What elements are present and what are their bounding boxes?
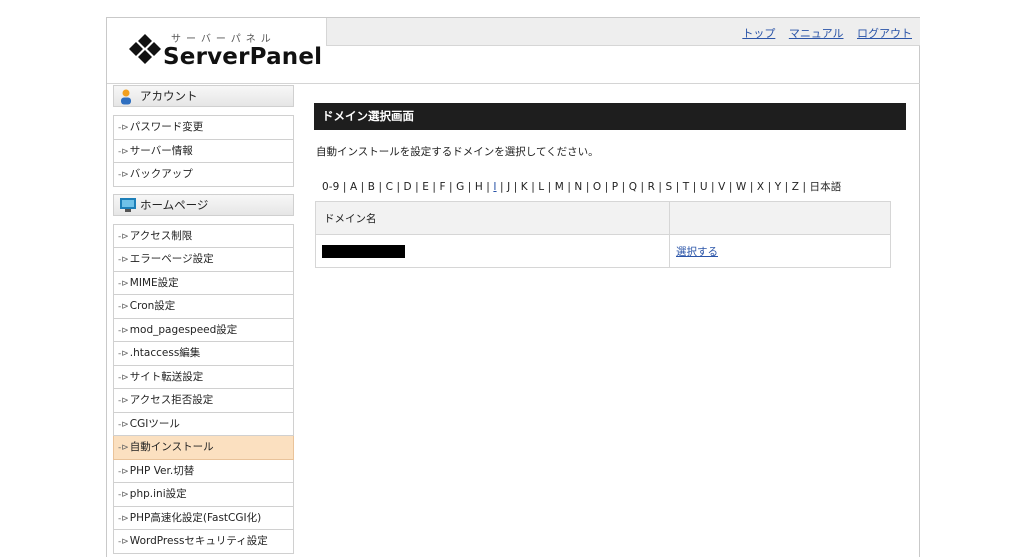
page-frame: サーバーパネル ServerPanel トップ マニュアル ログアウト アカウン… <box>106 17 920 557</box>
sidebar-item-label: WordPressセキュリティ設定 <box>129 535 268 547</box>
sidebar-section-account: アカウント <box>113 85 294 107</box>
arrow-icon: -⊳ <box>118 231 129 242</box>
sidebar-item-auto-install[interactable]: -⊳自動インストール <box>113 436 294 460</box>
arrow-icon: -⊳ <box>118 443 129 453</box>
domain-table: ドメイン名 選択する <box>315 201 891 268</box>
account-menu: -⊳パスワード変更 -⊳サーバー情報 -⊳バックアップ <box>113 115 294 187</box>
sidebar-item-mime[interactable]: -⊳MIME設定 <box>113 271 294 295</box>
sidebar-item-php-ini[interactable]: -⊳php.ini設定 <box>113 483 294 507</box>
sidebar-item-label: サイト転送設定 <box>129 370 204 383</box>
column-header-action <box>669 201 891 235</box>
sidebar-item-access-restriction[interactable]: -⊳アクセス制限 <box>113 224 294 248</box>
sidebar-item-label: パスワード変更 <box>129 121 204 133</box>
sidebar-item-label: アクセス制限 <box>129 229 193 242</box>
sidebar-item-password[interactable]: -⊳パスワード変更 <box>113 116 294 140</box>
sidebar-item-pagespeed[interactable]: -⊳mod_pagespeed設定 <box>113 318 294 342</box>
logo-text: ServerPanel <box>163 44 323 70</box>
homepage-menu: -⊳アクセス制限 -⊳エラーページ設定 -⊳MIME設定 -⊳Cron設定 -⊳… <box>113 223 294 554</box>
sidebar-item-label: PHP高速化設定(FastCGI化) <box>129 511 262 524</box>
arrow-icon: -⊳ <box>118 146 129 157</box>
arrow-icon: -⊳ <box>118 419 129 430</box>
arrow-icon: -⊳ <box>118 302 129 312</box>
sidebar-item-php-version[interactable]: -⊳PHP Ver.切替 <box>113 459 294 483</box>
action-cell: 選択する <box>669 234 891 268</box>
arrow-icon: -⊳ <box>118 537 129 547</box>
arrow-icon: -⊳ <box>118 325 129 336</box>
sidebar-item-label: バックアップ <box>129 168 193 180</box>
arrow-icon: -⊳ <box>118 396 129 406</box>
logo-diamond-icon <box>129 34 161 64</box>
logout-link[interactable]: ログアウト <box>857 27 912 40</box>
sidebar-item-label: 自動インストール <box>129 441 214 453</box>
sidebar-item-label: アクセス拒否設定 <box>129 394 214 406</box>
arrow-icon: -⊳ <box>118 466 129 477</box>
sidebar-item-label: .htaccess編集 <box>129 347 201 359</box>
sidebar: アカウント -⊳パスワード変更 -⊳サーバー情報 -⊳バックアップ ホームページ… <box>113 85 294 557</box>
alphabet-links-before[interactable]: 0-9 | A | B | C | D | E | F | G | H | <box>322 181 493 193</box>
alphabet-links-after[interactable]: | J | K | L | M | N | O | P | Q | R | S … <box>497 181 842 193</box>
manual-link[interactable]: マニュアル <box>789 27 844 40</box>
sidebar-item-cron[interactable]: -⊳Cron設定 <box>113 295 294 319</box>
table-row: 選択する <box>315 234 891 268</box>
sidebar-item-site-transfer[interactable]: -⊳サイト転送設定 <box>113 365 294 389</box>
page-description: 自動インストールを設定するドメインを選択してください。 <box>316 146 599 158</box>
header-divider <box>107 83 920 84</box>
serverpanel-logo[interactable]: サーバーパネル ServerPanel <box>107 18 322 83</box>
homepage-monitor-icon <box>120 197 136 212</box>
select-domain-link[interactable]: 選択する <box>676 246 718 258</box>
sidebar-item-server-info[interactable]: -⊳サーバー情報 <box>113 139 294 163</box>
section-title: ホームページ <box>140 197 209 212</box>
arrow-icon: -⊳ <box>118 349 129 359</box>
table-header-row: ドメイン名 <box>315 201 891 235</box>
alphabet-filter[interactable]: 0-9 | A | B | C | D | E | F | G | H | I … <box>314 179 906 194</box>
column-header-domain: ドメイン名 <box>315 201 670 235</box>
arrow-icon: -⊳ <box>118 123 129 133</box>
domain-cell <box>315 234 670 268</box>
sidebar-item-label: MIME設定 <box>129 276 179 289</box>
sidebar-item-label: PHP Ver.切替 <box>129 464 195 477</box>
sidebar-item-wp-security[interactable]: -⊳WordPressセキュリティ設定 <box>113 530 294 554</box>
sidebar-item-php-fastcgi[interactable]: -⊳PHP高速化設定(FastCGI化) <box>113 506 294 530</box>
sidebar-item-label: php.ini設定 <box>129 488 187 500</box>
sidebar-item-htaccess[interactable]: -⊳.htaccess編集 <box>113 342 294 366</box>
redacted-domain <box>322 244 405 258</box>
top-link[interactable]: トップ <box>742 27 775 40</box>
sidebar-item-label: mod_pagespeed設定 <box>129 323 238 336</box>
sidebar-item-label: サーバー情報 <box>129 144 193 157</box>
arrow-icon: -⊳ <box>118 513 129 524</box>
arrow-icon: -⊳ <box>118 170 129 180</box>
page-title: ドメイン選択画面 <box>314 103 906 130</box>
arrow-icon: -⊳ <box>118 278 129 289</box>
section-title: アカウント <box>140 89 198 103</box>
sidebar-section-homepage: ホームページ <box>113 193 294 216</box>
sidebar-item-label: CGIツール <box>129 417 180 430</box>
header-links: トップ マニュアル ログアウト <box>732 25 912 41</box>
main-content: ドメイン選択画面 自動インストールを設定するドメインを選択してください。 0-9… <box>314 103 906 268</box>
sidebar-item-cgi-tools[interactable]: -⊳CGIツール <box>113 412 294 436</box>
sidebar-item-error-page[interactable]: -⊳エラーページ設定 <box>113 248 294 272</box>
sidebar-item-access-deny[interactable]: -⊳アクセス拒否設定 <box>113 389 294 413</box>
top-header-bar: トップ マニュアル ログアウト <box>326 18 920 46</box>
account-person-icon <box>121 89 131 105</box>
logo-kana: サーバーパネル <box>171 34 276 45</box>
sidebar-item-label: Cron設定 <box>129 300 176 312</box>
arrow-icon: -⊳ <box>118 372 129 383</box>
sidebar-item-backup[interactable]: -⊳バックアップ <box>113 163 294 187</box>
arrow-icon: -⊳ <box>118 255 129 265</box>
sidebar-item-label: エラーページ設定 <box>129 253 214 265</box>
arrow-icon: -⊳ <box>118 490 129 500</box>
